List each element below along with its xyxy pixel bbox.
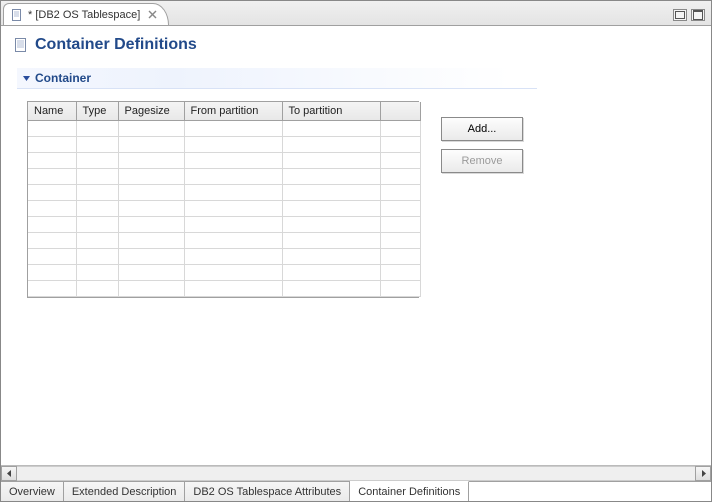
bottom-tab-bar: Overview Extended Description DB2 OS Tab… <box>1 481 711 501</box>
page-header: Container Definitions <box>13 36 699 54</box>
tab-container-definitions[interactable]: Container Definitions <box>350 481 469 501</box>
column-header-from-partition[interactable]: From partition <box>184 102 282 120</box>
section-title: Container <box>35 71 91 85</box>
tab-attributes[interactable]: DB2 OS Tablespace Attributes <box>185 482 350 501</box>
scrollbar-track[interactable] <box>17 466 695 481</box>
close-icon[interactable] <box>146 9 158 21</box>
table-row[interactable] <box>28 200 420 216</box>
table-header-row: Name Type Pagesize From partition To par… <box>28 102 420 120</box>
column-header-to-partition[interactable]: To partition <box>282 102 380 120</box>
scroll-right-icon[interactable] <box>695 466 711 481</box>
add-button[interactable]: Add... <box>441 117 523 141</box>
table-row[interactable] <box>28 216 420 232</box>
button-column: Add... Remove <box>441 101 523 173</box>
horizontal-scrollbar[interactable] <box>1 465 711 481</box>
container-section: Container Name Type Pagesize From partit… <box>17 68 699 302</box>
minimize-button[interactable] <box>673 9 687 21</box>
table-row[interactable] <box>28 280 420 296</box>
window-controls <box>673 9 711 25</box>
column-header-name[interactable]: Name <box>28 102 76 120</box>
table-row[interactable] <box>28 264 420 280</box>
table-row[interactable] <box>28 168 420 184</box>
table-row[interactable] <box>28 152 420 168</box>
editor-tab-active[interactable]: * [DB2 OS Tablespace] <box>3 3 169 25</box>
maximize-button[interactable] <box>691 9 705 21</box>
scroll-left-icon[interactable] <box>1 466 17 481</box>
tab-extended-description[interactable]: Extended Description <box>64 482 186 501</box>
table-row[interactable] <box>28 232 420 248</box>
twisty-expanded-icon[interactable] <box>21 73 31 83</box>
column-header-type[interactable]: Type <box>76 102 118 120</box>
page-icon <box>13 37 29 53</box>
table-body <box>28 120 420 296</box>
column-header-extra[interactable] <box>380 102 420 120</box>
table-row[interactable] <box>28 184 420 200</box>
remove-button: Remove <box>441 149 523 173</box>
section-header[interactable]: Container <box>17 68 537 89</box>
editor-content: Container Definitions Container Name <box>1 26 711 465</box>
page-title: Container Definitions <box>35 36 197 54</box>
tab-overview[interactable]: Overview <box>1 482 64 501</box>
document-icon <box>10 8 24 22</box>
table-row[interactable] <box>28 120 420 136</box>
editor-tab-title: * [DB2 OS Tablespace] <box>28 9 140 21</box>
table-row[interactable] <box>28 248 420 264</box>
column-header-pagesize[interactable]: Pagesize <box>118 102 184 120</box>
table-row[interactable] <box>28 136 420 152</box>
editor-tab-bar: * [DB2 OS Tablespace] <box>1 1 711 26</box>
containers-table[interactable]: Name Type Pagesize From partition To par… <box>27 101 419 298</box>
